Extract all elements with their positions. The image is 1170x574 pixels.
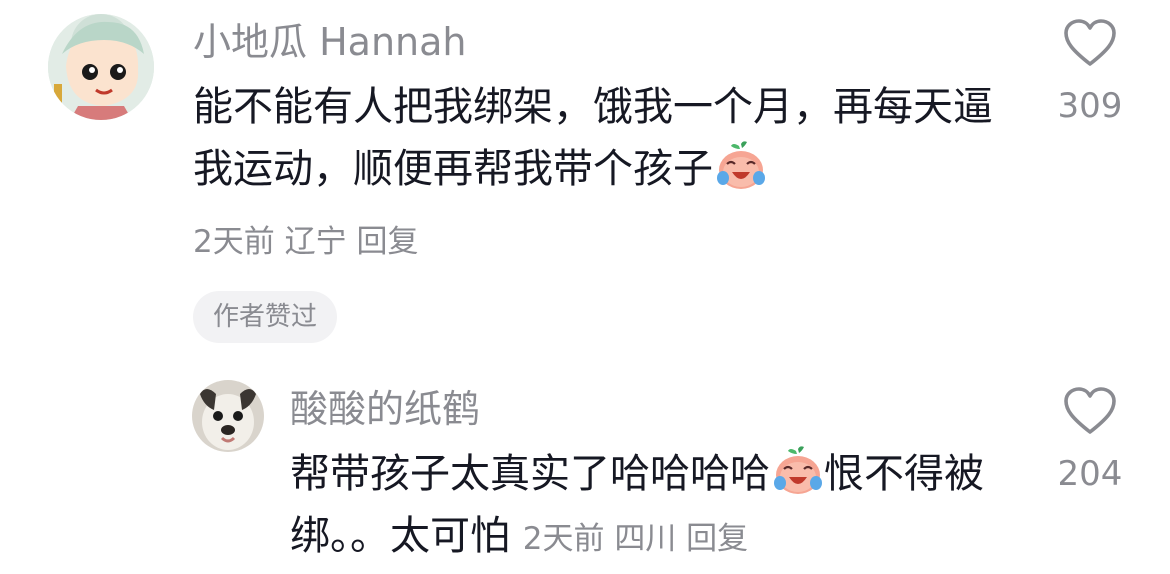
reply-time: 2天前: [522, 521, 605, 557]
reply-text: 帮带孩子太真实了哈哈哈哈: [290, 451, 770, 497]
comment-location: 辽宁: [284, 224, 347, 260]
crying-laughing-emoji-icon: [772, 445, 824, 497]
comment-username[interactable]: 小地瓜 Hannah: [193, 19, 466, 65]
reply-username[interactable]: 酸酸的纸鹤: [290, 386, 480, 432]
comment-meta: 2天前 辽宁 回复: [193, 222, 418, 262]
heart-icon[interactable]: [1062, 18, 1118, 72]
author-liked-badge: 作者赞过: [193, 291, 338, 343]
avatar[interactable]: [192, 380, 264, 452]
comment-time: 2天前: [193, 224, 275, 260]
reply-button[interactable]: 回复: [686, 521, 748, 557]
like-group: 204: [1040, 386, 1140, 494]
like-group: 309: [1040, 18, 1140, 126]
reply-content: 帮带孩子太真实了哈哈哈哈 恨不得被绑。。太可怕 2天前 四川 回复: [290, 443, 1030, 567]
avatar[interactable]: [48, 14, 154, 120]
comment-text: 能不能有人把我绑架，饿我一个月，再每天逼我运动，顺便再帮我带个孩子: [193, 84, 993, 192]
comment-content: 能不能有人把我绑架，饿我一个月，再每天逼我运动，顺便再帮我带个孩子: [193, 76, 1023, 200]
reply-button[interactable]: 回复: [356, 224, 418, 260]
like-count: 204: [1057, 454, 1123, 494]
reply-location: 四川: [614, 521, 677, 557]
like-count: 309: [1057, 86, 1123, 126]
reply-meta: 2天前 四川 回复: [523, 521, 748, 557]
heart-icon[interactable]: [1062, 386, 1118, 440]
crying-laughing-emoji-icon: [715, 140, 767, 192]
